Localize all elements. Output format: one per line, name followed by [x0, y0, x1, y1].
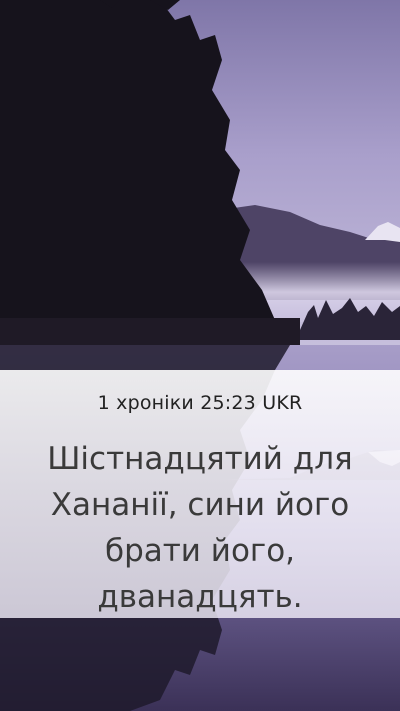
verse-text: Шістнадцятий для Хананії, сини його брат…: [47, 441, 353, 615]
verse-wallpaper: 1 хроніки 25:23 UKR Шістнадцятий для Хан…: [0, 0, 400, 711]
verse-reference: 1 хроніки 25:23 UKR: [97, 392, 303, 414]
shoreline: [0, 318, 300, 348]
